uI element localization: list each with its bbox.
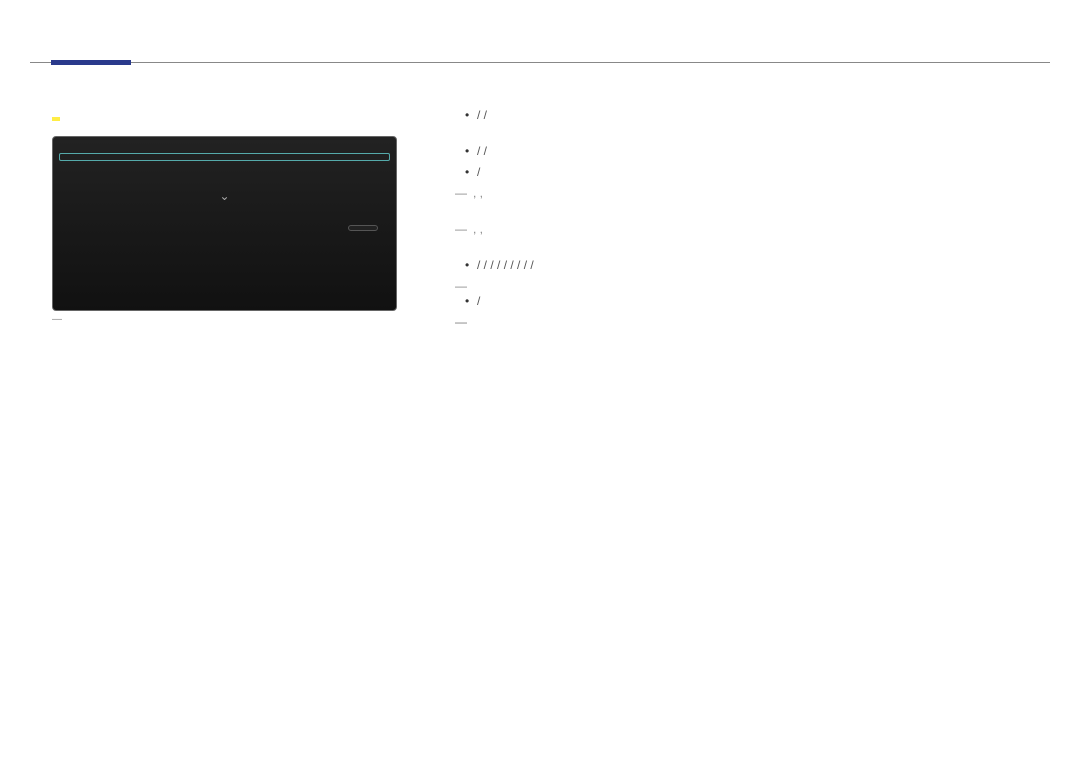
bullet-ps-opts2: / [455, 163, 1035, 181]
mock-row-default-storage[interactable] [59, 153, 390, 161]
bullet-ps-opts1: / / [455, 142, 1035, 160]
dd-dash: , , [455, 220, 1035, 238]
mock-subtitle [53, 143, 396, 153]
top-accent [51, 60, 131, 65]
bullet-co-opts: / [455, 292, 1035, 310]
right-column: / / / / / , , , , / / / / / / / / / / [455, 100, 1035, 313]
bullet-te-opts: / / / / / / / / / [455, 256, 1035, 274]
chevron-down-icon[interactable]: ⌄ [53, 185, 396, 203]
settings-mock-panel: ⌄ [52, 136, 397, 311]
top-rule [30, 62, 1050, 63]
settings-highlight [52, 117, 60, 121]
close-button[interactable] [348, 225, 378, 231]
ps-dash: , , [455, 184, 1035, 202]
bullet-default-storage-options: / / [455, 106, 1035, 124]
left-column: ⌄ [52, 95, 432, 314]
